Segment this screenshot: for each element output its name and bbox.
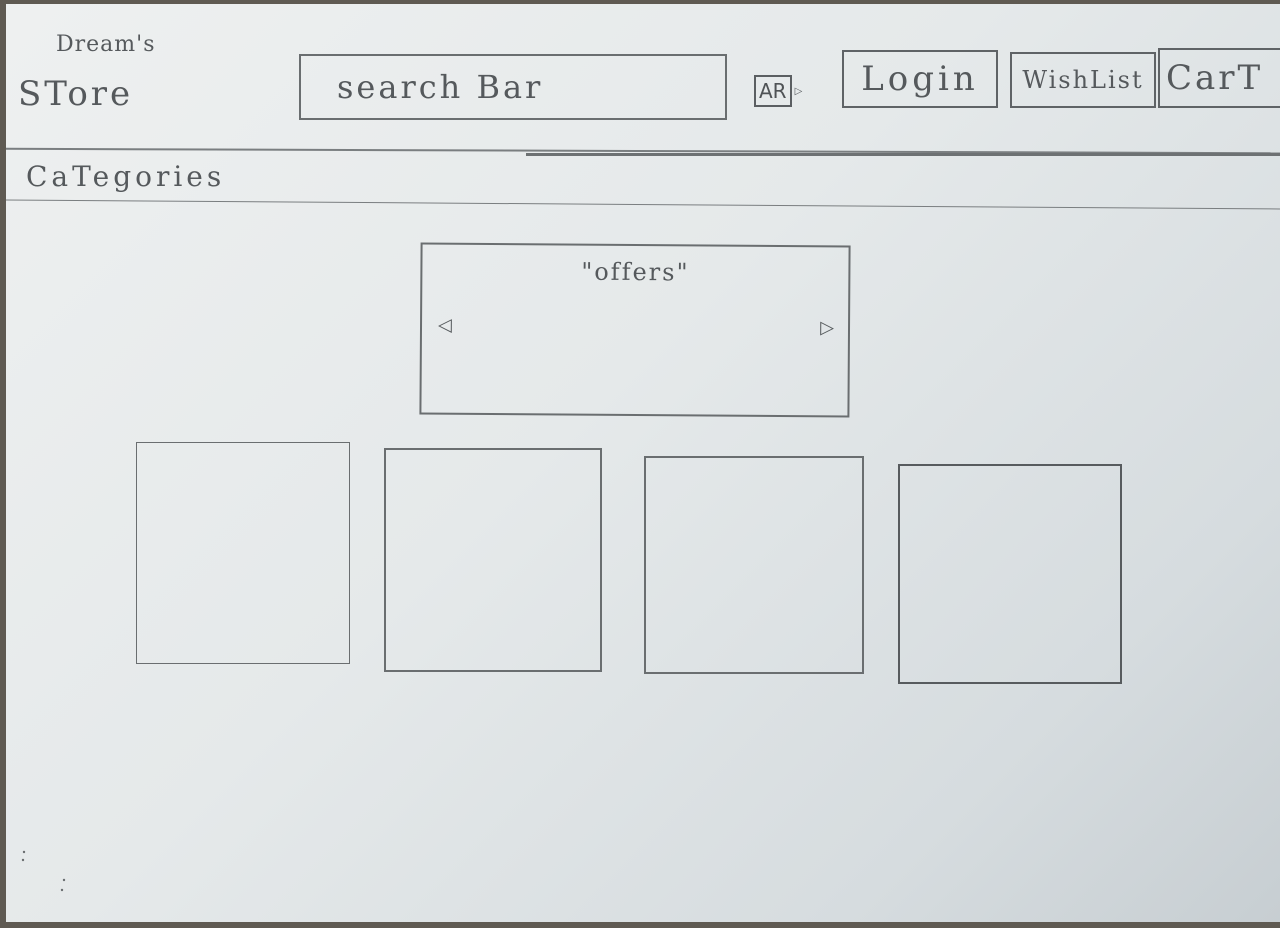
product-tile[interactable]: [136, 442, 350, 664]
triangle-right-icon[interactable]: ▷: [820, 317, 834, 338]
offers-title: "offers": [581, 257, 690, 287]
header-divider-accent: [526, 153, 1280, 156]
search-bar-label: search Bar: [337, 68, 544, 106]
login-label: Login: [861, 59, 979, 99]
language-selector[interactable]: AR ▷: [754, 74, 802, 108]
triangle-left-icon[interactable]: ◁: [438, 315, 452, 336]
categories-menu[interactable]: CaTegories: [26, 160, 225, 193]
wishlist-button[interactable]: WishList: [1010, 52, 1156, 108]
cart-button[interactable]: CarT: [1158, 48, 1280, 108]
sketch-paper: Dream's STore search Bar AR ▷ Login Wish…: [6, 4, 1280, 922]
product-tile[interactable]: [384, 448, 602, 672]
wishlist-label: WishList: [1022, 66, 1144, 94]
nav-divider: [6, 199, 1280, 210]
cart-label: CarT: [1166, 58, 1264, 98]
logo-line-1: Dream's: [56, 32, 156, 57]
search-bar[interactable]: search Bar: [299, 54, 727, 120]
login-button[interactable]: Login: [842, 50, 998, 108]
store-logo[interactable]: Dream's STore: [14, 24, 204, 124]
offers-carousel[interactable]: "offers" ◁ ▷: [419, 242, 851, 418]
logo-line-2: STore: [18, 74, 134, 114]
product-tile[interactable]: [898, 464, 1122, 684]
language-label: AR: [754, 75, 792, 107]
pencil-dots: [21, 850, 66, 892]
dropdown-caret-icon: ▷: [794, 85, 803, 97]
product-tile[interactable]: [644, 456, 864, 674]
